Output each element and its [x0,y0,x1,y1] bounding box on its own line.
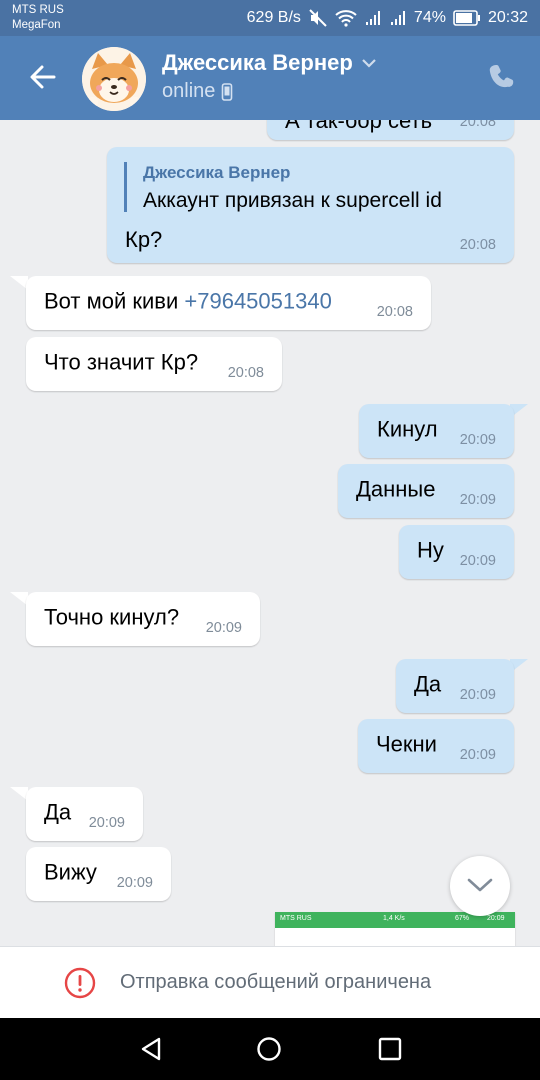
back-arrow-icon[interactable] [26,60,60,94]
attachment-battery: 67% [455,915,470,922]
message-incoming[interactable]: Вижу 20:09 [26,847,171,901]
composer-disabled-notice: Отправка сообщений ограничена [0,946,540,1018]
message-text: Чекни [376,731,437,757]
attachment-time: 20:09 [487,915,505,922]
message-text: Вижу [44,859,97,885]
nav-home-icon[interactable] [256,1036,282,1062]
quote-bar [124,162,127,212]
contact-name-row[interactable]: Джессика Вернер [162,50,377,76]
quote-author: Джессика Вернер [143,163,291,182]
message-time: 20:09 [459,553,496,569]
message-outgoing[interactable]: Кинул 20:09 [359,404,514,458]
message-outgoing-reply[interactable]: Джессика Вернер Аккаунт привязан к super… [107,147,514,263]
wifi-icon [335,10,357,27]
message-time: 20:09 [459,687,496,703]
network-speed: 629 B/s [246,9,301,26]
nav-back-icon[interactable] [138,1036,164,1062]
message-time: 20:09 [116,875,153,891]
message-text: Кинул [377,416,438,442]
scroll-down-icon [467,878,493,892]
phone-icon[interactable] [488,62,518,92]
message-text: А так-бор сеть [285,120,433,133]
chevron-down-icon [362,59,376,68]
carrier-secondary: MegaFon [12,19,61,31]
carrier-primary: MTS RUS [12,4,64,16]
attachment-carrier: MTS RUS [280,915,312,922]
message-time: 20:08 [227,365,264,381]
message-outgoing[interactable]: Ну 20:09 [399,525,514,579]
image-attachment[interactable]: MTS RUS 1,4 K/s 67% 20:09 [275,912,515,946]
clock: 20:32 [487,9,528,26]
message-outgoing[interactable]: Данные 20:09 [338,464,514,518]
message-text: Кр? [125,227,163,252]
message-text: Ну [417,537,444,563]
message-text: Да [414,671,442,697]
message-time: 20:09 [459,747,496,763]
message-incoming[interactable]: Что значит Кр? 20:08 [26,337,282,391]
message-time: 20:08 [376,304,413,320]
quote-text: Аккаунт привязан к supercell id [143,189,442,212]
signal-icon-2 [390,11,405,25]
contact-status: online [162,80,233,103]
message-time: 20:09 [88,815,125,831]
message-text: Что значит Кр? [44,349,199,375]
message-outgoing[interactable]: Да 20:09 [396,659,514,713]
message-body: Вот мой киви [44,288,185,314]
message-incoming[interactable]: Вот мой киви +79645051340 20:08 [26,276,431,330]
notice-text: Отправка сообщений ограничена [120,971,432,993]
message-time: 20:09 [205,620,242,636]
message-text: Данные [356,476,436,502]
message-feed[interactable]: А так-бор сеть 20:08 Джессика Вернер Акк… [0,120,540,946]
message-time: 20:09 [459,432,496,448]
message-text: Точно кинул? [44,604,180,630]
message-incoming[interactable]: Точно кинул? 20:09 [26,592,260,646]
status-text: online [162,80,216,102]
nav-recents-icon[interactable] [377,1036,403,1062]
message-text: Да [44,799,72,825]
message-outgoing[interactable]: Чекни 20:09 [358,719,514,773]
phone-link[interactable]: +79645051340 [184,289,331,314]
warning-icon [64,967,96,999]
shiba-avatar-image [82,47,146,111]
mute-icon [309,9,327,27]
carrier-info: MTS RUS MegaFon [12,3,64,33]
avatar[interactable] [82,47,146,111]
message-incoming[interactable]: Да 20:09 [26,787,143,841]
chat-header: Джессика Вернер online [0,36,540,120]
message-time: 20:08 [459,237,496,253]
status-bar: MTS RUS MegaFon 629 B/s 74% 20:32 [0,0,540,36]
scroll-down-button[interactable] [450,856,510,916]
contact-name: Джессика Вернер [162,50,353,75]
battery-percent: 74% [413,9,446,26]
status-indicators: 629 B/s 74% 20:32 [247,8,528,28]
navigation-bar [0,1018,540,1080]
message-text: Вот мой киви +79645051340 [44,289,332,315]
battery-icon [453,10,480,26]
message-time: 20:09 [459,492,496,508]
mobile-icon [222,82,233,101]
attachment-speed: 1,4 K/s [383,915,405,922]
signal-icon-1 [365,11,380,25]
message-outgoing[interactable]: А так-бор сеть 20:08 [267,120,514,140]
message-time: 20:08 [459,120,496,130]
